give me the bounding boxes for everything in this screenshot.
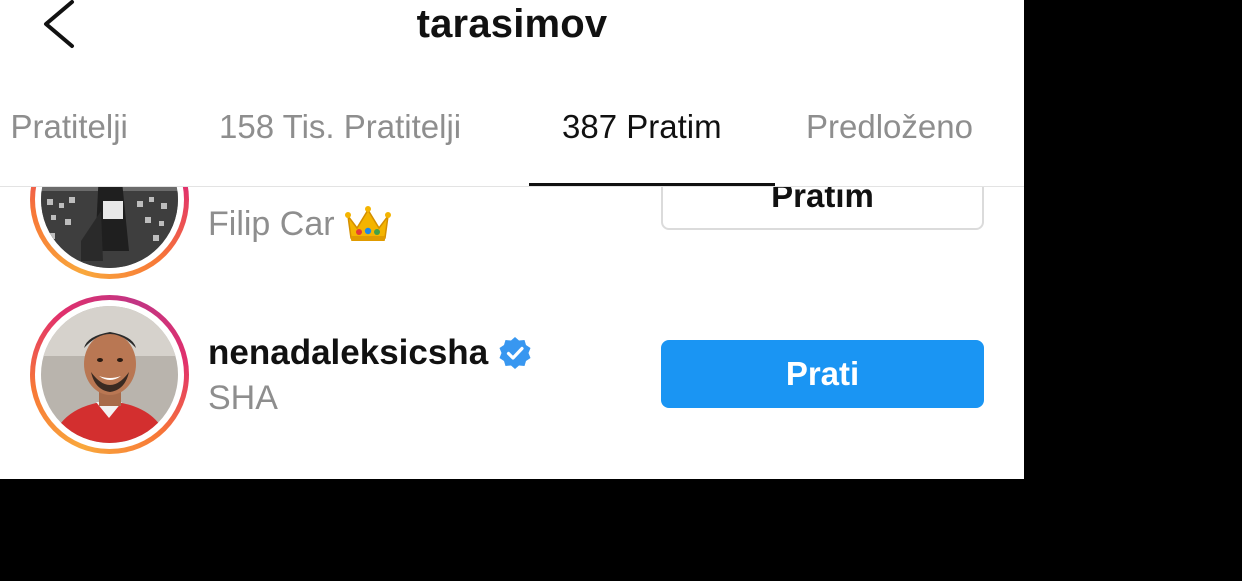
verified-badge-icon [499, 337, 531, 369]
full-name: Filip Car [208, 204, 335, 243]
full-name-row: Filip Car [208, 204, 391, 244]
screen: Filip Car Pratim nenadaleksicsha SHA Pra… [0, 0, 1024, 479]
avatar[interactable] [41, 306, 178, 443]
page-title: tarasimov [416, 2, 608, 46]
username[interactable]: nenadaleksicsha [208, 333, 488, 373]
tab-following[interactable]: 387 Pratim [562, 108, 722, 146]
avatar-photo [41, 306, 178, 443]
crown-icon [344, 206, 391, 241]
full-name: SHA [208, 379, 278, 417]
tab-followers[interactable]: 158 Tis. Pratitelji [219, 108, 461, 146]
tab-mutual-followers[interactable]: i Pratitelji [0, 108, 128, 146]
header: tarasimov i Pratitelji 158 Tis. Pratitel… [0, 0, 1024, 187]
story-ring[interactable] [30, 295, 189, 454]
tab-bar: i Pratitelji 158 Tis. Pratitelji 387 Pra… [0, 108, 1024, 168]
full-name-row: SHA [208, 379, 278, 418]
list-item[interactable]: nenadaleksicsha SHA Prati [0, 295, 1024, 455]
tab-suggested[interactable]: Predloženo [806, 108, 973, 146]
active-tab-indicator [529, 183, 775, 186]
username-row[interactable]: nenadaleksicsha [208, 333, 532, 373]
follow-button[interactable]: Prati [661, 340, 984, 408]
